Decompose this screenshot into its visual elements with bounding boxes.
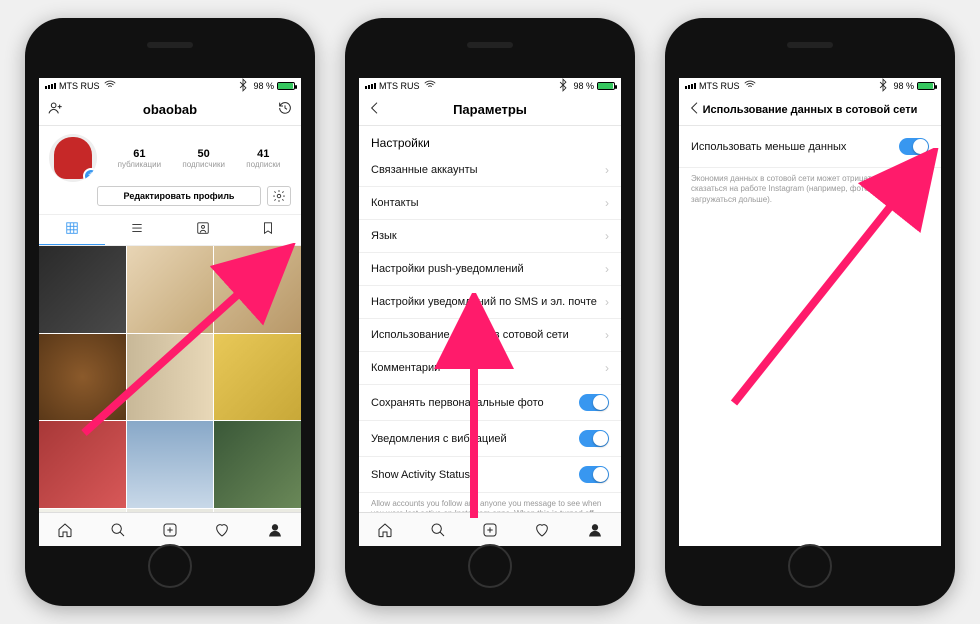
- row-comments[interactable]: Комментарии›: [359, 352, 621, 385]
- data-saver-note: Экономия данных в сотовой сети может отр…: [679, 168, 941, 211]
- battery-icon: [597, 82, 615, 90]
- battery-icon: [277, 82, 295, 90]
- row-use-less-data[interactable]: Использовать меньше данных: [679, 126, 941, 168]
- avatar[interactable]: +: [49, 134, 97, 182]
- add-story-icon[interactable]: +: [83, 168, 97, 182]
- chevron-right-icon: ›: [605, 328, 609, 342]
- view-mode-tabs: [39, 214, 301, 246]
- toggle-switch[interactable]: [579, 430, 609, 447]
- toggle-switch[interactable]: [899, 138, 929, 155]
- activity-tab[interactable]: [196, 513, 248, 546]
- carrier-label: MTS RUS: [59, 81, 100, 91]
- row-language[interactable]: Язык›: [359, 220, 621, 253]
- profile-tab[interactable]: [249, 513, 301, 546]
- settings-gear-button[interactable]: [267, 186, 291, 206]
- screen-1: MTS RUS 98 % obaobab: [39, 78, 301, 546]
- photo-cell[interactable]: [214, 334, 301, 421]
- cellular-data-header: Использование данных в сотовой сети: [679, 94, 941, 126]
- settings-header: Параметры: [359, 94, 621, 126]
- row-contacts[interactable]: Контакты›: [359, 187, 621, 220]
- phone-frame-2: MTS RUS 98 % Параметры Настройки Связанн…: [345, 18, 635, 606]
- photo-grid: [39, 246, 301, 546]
- photo-cell[interactable]: [214, 421, 301, 508]
- settings-list: Настройки Связанные аккаунты› Контакты› …: [359, 126, 621, 544]
- stat-following[interactable]: 41 подписки: [246, 148, 280, 169]
- profile-stats-row: + 61 публикации 50 подписчики 41 подписк…: [39, 126, 301, 186]
- bluetooth-icon: [876, 78, 890, 94]
- photo-cell[interactable]: [39, 334, 126, 421]
- back-icon[interactable]: [687, 100, 703, 119]
- chevron-right-icon: ›: [605, 262, 609, 276]
- search-tab[interactable]: [411, 513, 463, 546]
- cellular-data-settings: Использовать меньше данных Экономия данн…: [679, 126, 941, 211]
- status-bar: MTS RUS 98 %: [39, 78, 301, 94]
- add-people-icon[interactable]: [47, 100, 63, 119]
- saved-tab[interactable]: [236, 215, 302, 245]
- wifi-icon: [103, 78, 117, 94]
- grid-view-tab[interactable]: [39, 215, 105, 245]
- photo-cell[interactable]: [39, 246, 126, 333]
- edit-profile-button[interactable]: Редактировать профиль: [97, 186, 261, 206]
- battery-pct: 98 %: [253, 81, 274, 91]
- bluetooth-icon: [236, 78, 250, 94]
- row-linked-accounts[interactable]: Связанные аккаунты›: [359, 154, 621, 187]
- status-bar: MTS RUS 98 %: [359, 78, 621, 94]
- battery-icon: [917, 82, 935, 90]
- signal-icon: [365, 83, 376, 89]
- row-push-notifications[interactable]: Настройки push-уведомлений›: [359, 253, 621, 286]
- chevron-right-icon: ›: [605, 295, 609, 309]
- photos-of-you-tab[interactable]: [170, 215, 236, 245]
- photo-cell[interactable]: [127, 246, 214, 333]
- photo-cell[interactable]: [39, 421, 126, 508]
- bottom-tab-bar: [359, 512, 621, 546]
- search-tab[interactable]: [91, 513, 143, 546]
- bottom-tab-bar: [39, 512, 301, 546]
- signal-icon: [685, 83, 696, 89]
- screen-2: MTS RUS 98 % Параметры Настройки Связанн…: [359, 78, 621, 546]
- chevron-right-icon: ›: [605, 229, 609, 243]
- carrier-label: MTS RUS: [379, 81, 420, 91]
- profile-header: obaobab: [39, 94, 301, 126]
- status-bar: MTS RUS 98 %: [679, 78, 941, 94]
- stat-posts[interactable]: 61 публикации: [118, 148, 161, 169]
- section-header-settings: Настройки: [359, 126, 621, 154]
- profile-tab[interactable]: [569, 513, 621, 546]
- home-tab[interactable]: [39, 513, 91, 546]
- phone-frame-1: MTS RUS 98 % obaobab: [25, 18, 315, 606]
- row-vibrate-notifications[interactable]: Уведомления с вибрацией: [359, 421, 621, 457]
- stat-followers[interactable]: 50 подписчики: [182, 148, 225, 169]
- toggle-switch[interactable]: [579, 466, 609, 483]
- photo-cell[interactable]: [214, 246, 301, 333]
- wifi-icon: [743, 78, 757, 94]
- bluetooth-icon: [556, 78, 570, 94]
- activity-tab[interactable]: [516, 513, 568, 546]
- list-view-tab[interactable]: [105, 215, 171, 245]
- toggle-switch[interactable]: [579, 394, 609, 411]
- wifi-icon: [423, 78, 437, 94]
- battery-pct: 98 %: [893, 81, 914, 91]
- photo-cell[interactable]: [127, 334, 214, 421]
- phone-frame-3: MTS RUS 98 % Использование данных в сото…: [665, 18, 955, 606]
- photo-cell[interactable]: [127, 421, 214, 508]
- screen-3: MTS RUS 98 % Использование данных в сото…: [679, 78, 941, 546]
- chevron-right-icon: ›: [605, 361, 609, 375]
- row-cellular-data-use[interactable]: Использование данных в сотовой сети›: [359, 319, 621, 352]
- carrier-label: MTS RUS: [699, 81, 740, 91]
- chevron-right-icon: ›: [605, 196, 609, 210]
- create-tab[interactable]: [464, 513, 516, 546]
- row-show-activity-status[interactable]: Show Activity Status: [359, 457, 621, 493]
- row-sms-email-notifications[interactable]: Настройки уведомлений по SMS и эл. почте…: [359, 286, 621, 319]
- signal-icon: [45, 83, 56, 89]
- history-icon[interactable]: [277, 100, 293, 119]
- chevron-right-icon: ›: [605, 163, 609, 177]
- battery-pct: 98 %: [573, 81, 594, 91]
- row-save-original-photos[interactable]: Сохранять первоначальные фото: [359, 385, 621, 421]
- create-tab[interactable]: [144, 513, 196, 546]
- back-icon[interactable]: [367, 100, 383, 119]
- home-tab[interactable]: [359, 513, 411, 546]
